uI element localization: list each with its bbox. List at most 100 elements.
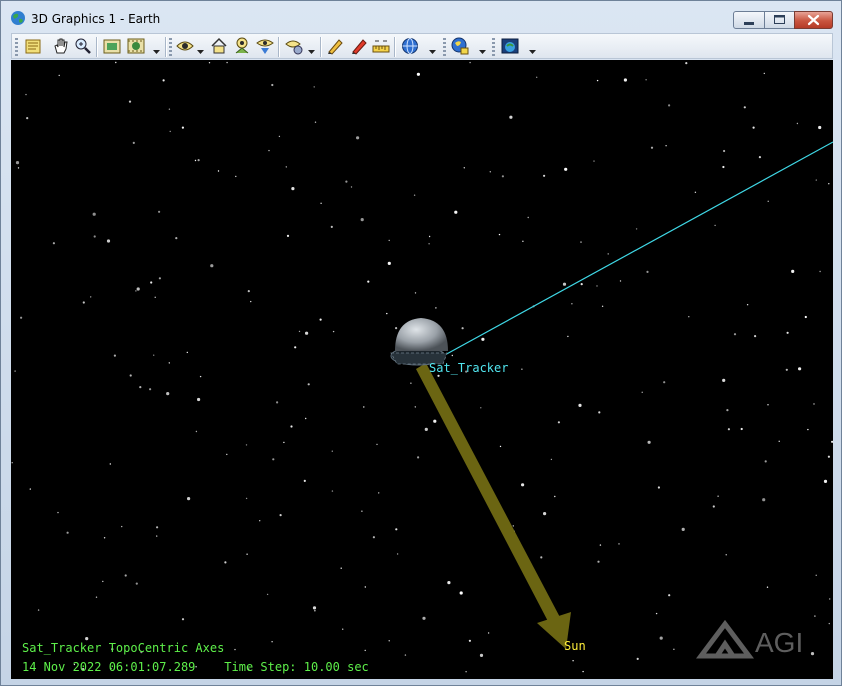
star: [396, 553, 399, 555]
marker-icon[interactable]: [350, 37, 368, 55]
star: [417, 456, 420, 459]
star: [350, 186, 353, 188]
pan-hand-icon[interactable]: [52, 37, 70, 55]
close-button[interactable]: [794, 11, 833, 29]
star: [550, 458, 553, 461]
scene-canvas: [11, 61, 833, 673]
star: [158, 210, 161, 213]
star: [129, 374, 132, 377]
earth-view-icon[interactable]: [501, 37, 519, 55]
star: [156, 526, 159, 529]
toolbar-grip[interactable]: [443, 38, 446, 56]
record-movie-icon[interactable]: [127, 37, 145, 55]
globe-display-icon[interactable]: [401, 37, 419, 55]
star: [320, 202, 322, 204]
star: [235, 175, 237, 178]
star: [93, 235, 96, 238]
home-view-icon[interactable]: [210, 37, 228, 55]
star: [501, 175, 504, 178]
star: [226, 61, 228, 64]
star: [197, 159, 200, 162]
star: [175, 237, 178, 240]
star: [641, 391, 643, 393]
toolbar-grip[interactable]: [492, 38, 495, 56]
star: [807, 428, 809, 431]
star: [571, 303, 573, 305]
star: [410, 382, 412, 384]
star: [247, 290, 250, 293]
view-from-icon[interactable]: [176, 37, 194, 55]
window-title: 3D Graphics 1 - Earth: [31, 12, 161, 26]
star: [364, 649, 366, 652]
star: [424, 427, 428, 431]
star: [673, 648, 675, 650]
chevron-down-icon[interactable]: [308, 48, 315, 55]
star: [437, 374, 440, 377]
maximize-icon: [774, 15, 785, 24]
star: [694, 191, 697, 193]
star: [276, 401, 279, 404]
star: [829, 598, 831, 600]
star: [659, 636, 663, 640]
zoom-icon[interactable]: [74, 37, 92, 55]
star: [823, 479, 828, 483]
star: [722, 165, 725, 169]
star: [58, 74, 60, 77]
facility-model: [390, 318, 448, 366]
star: [791, 269, 795, 273]
star: [413, 194, 416, 196]
toolbar: [11, 33, 833, 59]
view-settings-icon[interactable]: [285, 37, 303, 55]
star: [307, 383, 310, 386]
chevron-down-icon[interactable]: [153, 48, 160, 55]
star: [521, 483, 525, 487]
star: [567, 335, 569, 338]
3d-viewport[interactable]: Sat_Tracker Sun Sat_Tracker TopoCentric …: [11, 60, 833, 679]
pencil-icon[interactable]: [326, 37, 344, 55]
star: [796, 122, 799, 125]
chevron-down-icon[interactable]: [197, 48, 204, 55]
maximize-button[interactable]: [764, 11, 795, 29]
view-object-icon[interactable]: [233, 37, 251, 55]
star: [259, 520, 261, 522]
star: [132, 141, 135, 144]
toolbar-grip[interactable]: [169, 38, 172, 56]
globe-lock-icon[interactable]: [451, 37, 469, 55]
star: [194, 159, 197, 162]
measure-icon[interactable]: [372, 37, 390, 55]
star: [480, 407, 482, 409]
star: [234, 648, 236, 651]
star: [754, 335, 757, 338]
star: [85, 637, 89, 641]
star: [103, 537, 106, 539]
star: [25, 93, 27, 96]
star: [158, 277, 161, 280]
star: [767, 404, 769, 406]
star: [187, 497, 191, 501]
star: [468, 639, 471, 642]
chevron-down-icon[interactable]: [529, 48, 536, 55]
star: [331, 490, 334, 492]
properties-icon[interactable]: [24, 37, 42, 55]
star: [487, 632, 490, 634]
star: [181, 126, 184, 129]
minimize-button[interactable]: [733, 11, 765, 29]
star: [763, 72, 765, 75]
star: [376, 443, 378, 446]
toolbar-separator: [96, 37, 97, 57]
star: [150, 281, 153, 284]
star: [599, 544, 602, 546]
snapshot-icon[interactable]: [103, 37, 121, 55]
title-bar[interactable]: 3D Graphics 1 - Earth: [1, 1, 841, 31]
star: [404, 654, 407, 656]
satellite-label: Sat_Tracker: [429, 361, 509, 375]
chevron-down-icon[interactable]: [479, 48, 486, 55]
star: [331, 450, 333, 452]
view-down-icon[interactable]: [256, 37, 274, 55]
toolbar-grip[interactable]: [15, 38, 18, 56]
star: [818, 125, 822, 130]
star: [557, 421, 561, 424]
star: [481, 337, 485, 341]
star: [743, 106, 746, 109]
chevron-down-icon[interactable]: [429, 48, 436, 55]
